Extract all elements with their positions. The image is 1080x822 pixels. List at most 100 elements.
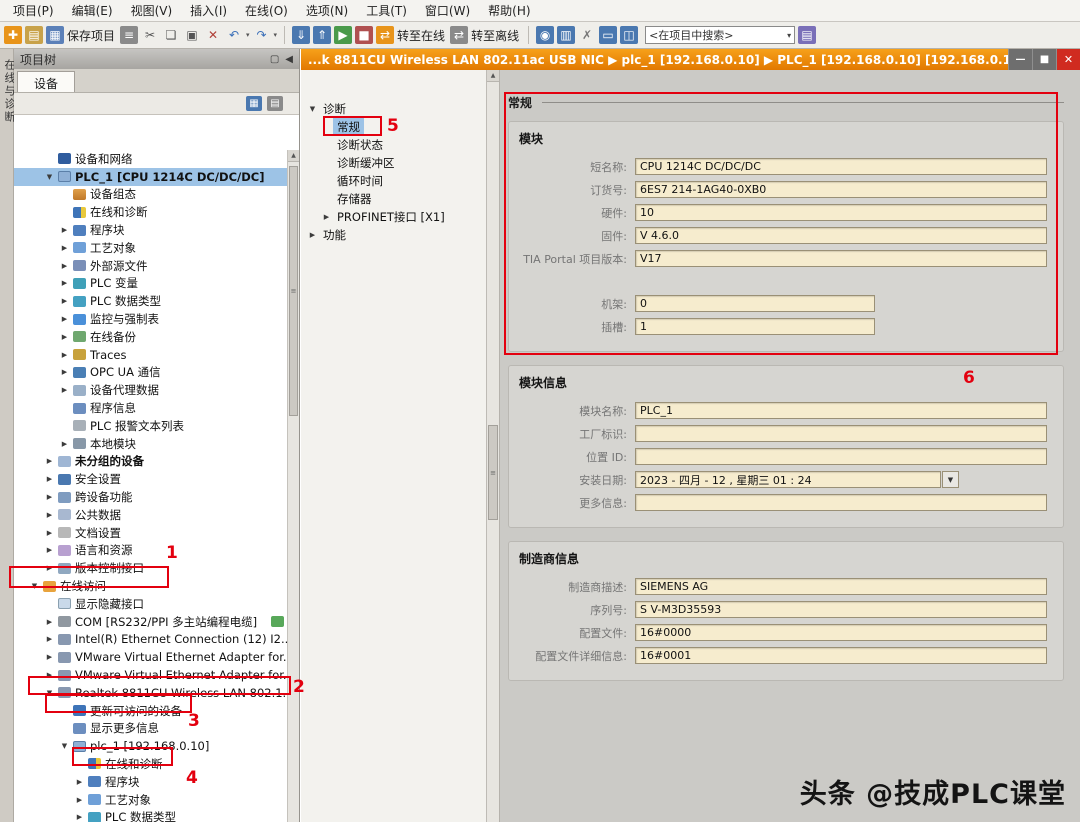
- expander-icon[interactable]: ▶: [43, 618, 56, 626]
- expander-icon[interactable]: ▶: [43, 653, 56, 661]
- scroll-up-icon[interactable]: ▲: [487, 70, 499, 82]
- menu-item[interactable]: 帮助(H): [479, 0, 539, 21]
- field-value[interactable]: [635, 425, 1047, 442]
- go-online-button[interactable]: ⇄转至在线: [376, 26, 447, 44]
- tree-item[interactable]: ▶PLC 数据类型: [14, 292, 287, 310]
- expander-icon[interactable]: ▼: [58, 742, 71, 750]
- field-value[interactable]: CPU 1214C DC/DC/DC: [635, 158, 1047, 175]
- minimize-button[interactable]: —: [1008, 49, 1032, 70]
- dropdown-icon[interactable]: ▾: [274, 31, 278, 39]
- print-button[interactable]: ≡: [120, 26, 138, 44]
- search-dropdown-icon[interactable]: ▾: [787, 31, 791, 40]
- expander-icon[interactable]: ▶: [58, 262, 71, 270]
- redo-button[interactable]: ↷▾: [253, 26, 278, 44]
- expander-icon[interactable]: ▶: [43, 671, 56, 679]
- tree-item[interactable]: 显示更多信息: [14, 720, 287, 738]
- date-dropdown-button[interactable]: ▼: [942, 471, 959, 488]
- menu-item[interactable]: 窗口(W): [416, 0, 479, 21]
- tree-item[interactable]: ▶版本控制接口: [14, 559, 287, 577]
- tree-item[interactable]: ▶语言和资源: [14, 542, 287, 560]
- expander-icon[interactable]: ▶: [43, 529, 56, 537]
- expander-icon[interactable]: ▶: [58, 226, 71, 234]
- field-value[interactable]: PLC_1: [635, 402, 1047, 419]
- tree-item[interactable]: ▼Realtek 8811CU Wireless LAN 802.1...: [14, 684, 287, 702]
- tree-item[interactable]: ▶VMware Virtual Ethernet Adapter for...: [14, 648, 287, 666]
- expander-icon[interactable]: ▶: [58, 440, 71, 448]
- online-diagnostics-button[interactable]: ◉: [536, 26, 554, 44]
- tree-item[interactable]: ▶设备代理数据: [14, 381, 287, 399]
- diag-nav-item[interactable]: 循环时间: [301, 172, 486, 190]
- field-value[interactable]: 16#0000: [635, 624, 1047, 641]
- stop-cpu-button[interactable]: ■: [355, 26, 373, 44]
- menu-item[interactable]: 视图(V): [122, 0, 182, 21]
- start-cpu-button[interactable]: ▶: [334, 26, 352, 44]
- save-project-button[interactable]: ▦保存项目: [46, 26, 117, 44]
- expander-icon[interactable]: ▶: [73, 813, 86, 821]
- undo-button[interactable]: ↶▾: [225, 26, 250, 44]
- tree-item[interactable]: ▶文档设置: [14, 524, 287, 542]
- tree-item[interactable]: PLC 报警文本列表: [14, 417, 287, 435]
- diag-nav-item[interactable]: 存储器: [301, 190, 486, 208]
- diag-nav-item[interactable]: ▶功能: [301, 226, 486, 244]
- tree-item[interactable]: 在线和诊断: [14, 755, 287, 773]
- download-to-device-button[interactable]: ⇓: [292, 26, 310, 44]
- expander-icon[interactable]: ▶: [58, 386, 71, 394]
- tree-item[interactable]: ▶安全设置: [14, 470, 287, 488]
- tree-item[interactable]: ▶外部源文件: [14, 257, 287, 275]
- field-value[interactable]: 0: [635, 295, 875, 312]
- project-tree-scrollbar[interactable]: ▲ ≡: [287, 150, 299, 822]
- expander-icon[interactable]: ▼: [306, 105, 319, 113]
- field-value[interactable]: 16#0001: [635, 647, 1047, 664]
- tree-item[interactable]: ▶公共数据: [14, 506, 287, 524]
- start-search-button[interactable]: ▤: [798, 26, 816, 44]
- expander-icon[interactable]: ▶: [306, 231, 319, 239]
- dropdown-icon[interactable]: ▾: [246, 31, 250, 39]
- diagnostics-scrollbar[interactable]: ▲ ≡: [487, 70, 500, 822]
- field-value[interactable]: [635, 448, 1047, 465]
- expander-icon[interactable]: ▶: [58, 297, 71, 305]
- new-project-button[interactable]: ✚: [4, 26, 22, 44]
- expander-icon[interactable]: ▶: [320, 213, 333, 221]
- tree-item[interactable]: ▶未分组的设备: [14, 453, 287, 471]
- diag-nav-item[interactable]: ▶PROFINET接口 [X1]: [301, 208, 486, 226]
- expander-icon[interactable]: ▶: [43, 457, 56, 465]
- field-value[interactable]: 6ES7 214-1AG40-0XB0: [635, 181, 1047, 198]
- tree-item[interactable]: ▼在线访问: [14, 577, 287, 595]
- split-window-button[interactable]: ◫: [620, 26, 638, 44]
- tree-item[interactable]: 在线和诊断: [14, 203, 287, 221]
- expander-icon[interactable]: ▶: [43, 475, 56, 483]
- open-project-button[interactable]: ▤: [25, 26, 43, 44]
- project-search-input[interactable]: <在项目中搜索>▾: [645, 26, 795, 44]
- tree-item[interactable]: ▶COM [RS232/PPI 多主站编程电缆]: [14, 613, 287, 631]
- menu-item[interactable]: 项目(P): [4, 0, 63, 21]
- collapse-panel-icon[interactable]: ◀: [285, 54, 293, 65]
- diag-nav-item[interactable]: 常规: [301, 118, 486, 136]
- scroll-up-icon[interactable]: ▲: [288, 150, 299, 162]
- tree-item[interactable]: 更新可访问的设备: [14, 702, 287, 720]
- delete-button[interactable]: ✕: [204, 26, 222, 44]
- field-value[interactable]: 1: [635, 318, 875, 335]
- remove-window-button[interactable]: ✗: [578, 26, 596, 44]
- expander-icon[interactable]: ▶: [43, 546, 56, 554]
- go-offline-button[interactable]: ⇄转至离线: [450, 26, 521, 44]
- expander-icon[interactable]: ▶: [58, 244, 71, 252]
- tree-item[interactable]: ▶跨设备功能: [14, 488, 287, 506]
- expander-icon[interactable]: ▼: [28, 582, 41, 590]
- tree-item[interactable]: 设备和网络: [14, 150, 287, 168]
- field-value[interactable]: V17: [635, 250, 1047, 267]
- tree-item[interactable]: 设备组态: [14, 186, 287, 204]
- details-view-icon[interactable]: ▦: [246, 96, 262, 111]
- expander-icon[interactable]: ▶: [43, 493, 56, 501]
- expander-icon[interactable]: ▶: [43, 511, 56, 519]
- copy-button[interactable]: ❏: [162, 26, 180, 44]
- paste-button[interactable]: ▣: [183, 26, 201, 44]
- expander-icon[interactable]: ▶: [58, 368, 71, 376]
- tree-item[interactable]: ▼PLC_1 [CPU 1214C DC/DC/DC]: [14, 168, 287, 186]
- scrollbar-thumb[interactable]: ≡: [289, 166, 298, 416]
- open-editors-icon[interactable]: ▤: [267, 96, 283, 111]
- field-value[interactable]: [635, 494, 1047, 511]
- expander-icon[interactable]: ▶: [73, 778, 86, 786]
- tree-item[interactable]: ▶OPC UA 通信: [14, 364, 287, 382]
- expander-icon[interactable]: ▶: [58, 333, 71, 341]
- expander-icon[interactable]: ▶: [58, 315, 71, 323]
